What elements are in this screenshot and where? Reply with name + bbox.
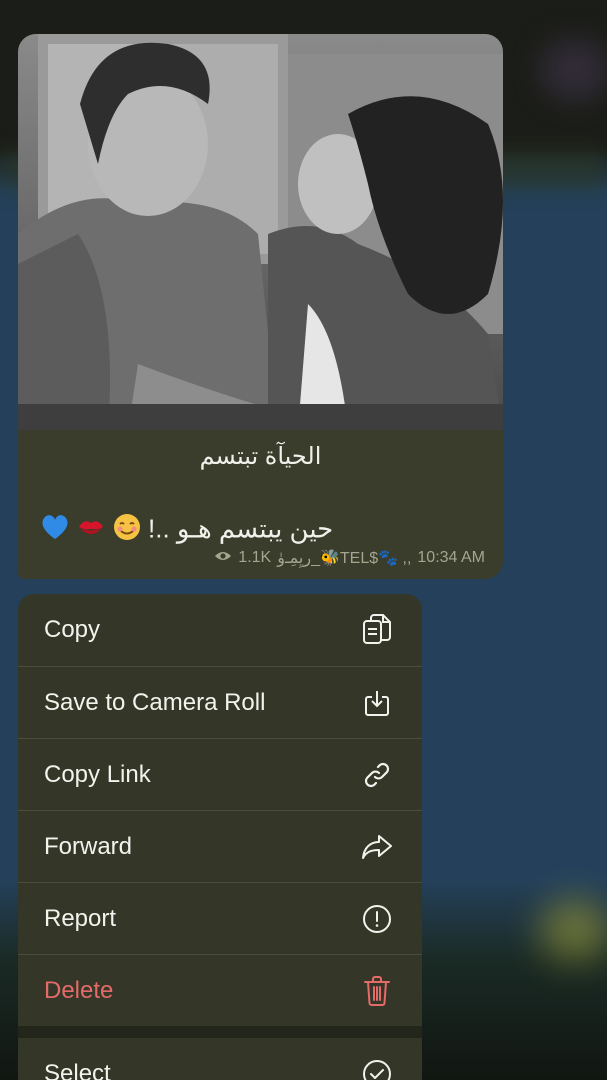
- message-author: رﻳِﻤِـﯛ_🐝TEL$🐾 ,,: [277, 550, 412, 567]
- menu-item-copy[interactable]: Copy: [18, 594, 422, 666]
- save-icon: [360, 686, 394, 720]
- caption-line-2: حين يبتسم هـو ..!: [40, 512, 333, 549]
- blue-heart-icon: [40, 512, 70, 549]
- menu-item-label: Save to Camera Roll: [44, 688, 266, 716]
- menu-item-label: Select: [44, 1060, 111, 1080]
- context-menu: Copy Save to Camera Roll Copy Link Forwa…: [18, 594, 422, 1080]
- menu-item-copy-link[interactable]: Copy Link: [18, 738, 422, 810]
- menu-item-select[interactable]: Select: [18, 1038, 422, 1080]
- menu-item-label: Forward: [44, 832, 133, 860]
- smiling-face-icon: [112, 512, 142, 549]
- menu-divider: [18, 1026, 422, 1038]
- menu-item-forward[interactable]: Forward: [18, 810, 422, 882]
- menu-item-label: Delete: [44, 976, 114, 1004]
- menu-item-save-to-camera-roll[interactable]: Save to Camera Roll: [18, 666, 422, 738]
- checkmark-circle-icon: [360, 1057, 394, 1080]
- forward-icon: [360, 830, 394, 864]
- trash-icon: [360, 974, 394, 1008]
- views-eye-icon: [214, 549, 232, 567]
- menu-item-report[interactable]: Report: [18, 882, 422, 954]
- views-count: 1.1K: [238, 549, 272, 566]
- message-time: 10:34 AM: [417, 549, 485, 566]
- menu-item-label: Copy Link: [44, 760, 151, 788]
- caption-line-2-text: حين يبتسم هـو ..!: [148, 513, 334, 544]
- message-photo[interactable]: [18, 34, 503, 430]
- menu-item-label: Report: [44, 904, 117, 932]
- link-icon: [360, 758, 394, 792]
- menu-item-delete[interactable]: Delete: [18, 954, 422, 1026]
- copy-icon: [360, 613, 394, 647]
- caption-line-1: الحيآة تبتسم: [199, 443, 322, 470]
- message-bubble[interactable]: الحيآة تبتسم حين يبتسم هـو ..! 1.1K رﻳِﻤ…: [18, 34, 503, 579]
- message-meta: 1.1K رﻳِﻤِـﯛ_🐝TEL$🐾 ,, 10:34 AM: [214, 548, 485, 568]
- menu-item-label: Copy: [44, 616, 101, 643]
- report-icon: [360, 902, 394, 936]
- kiss-mark-icon: [76, 512, 106, 549]
